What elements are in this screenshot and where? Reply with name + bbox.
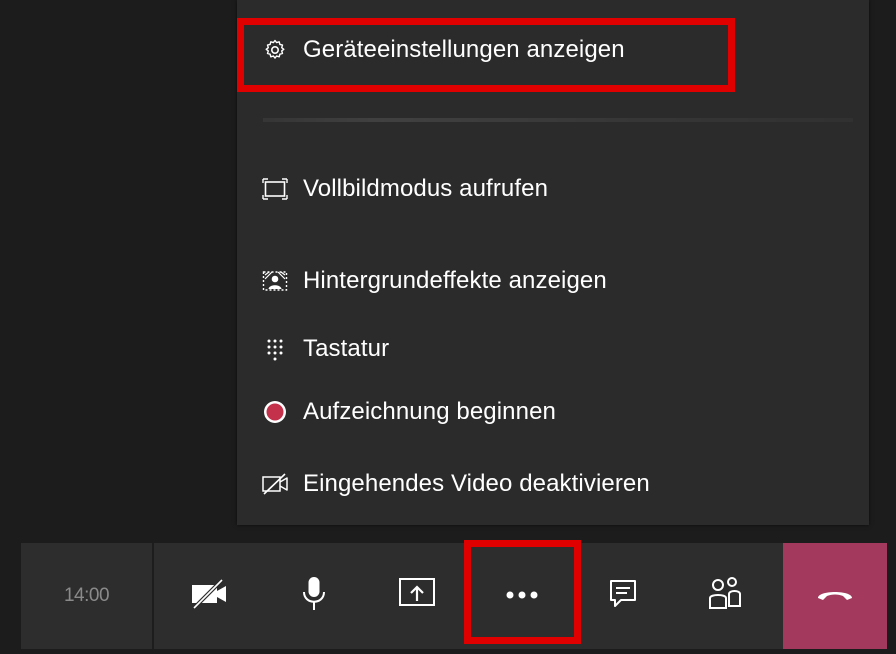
chat-button[interactable] <box>589 543 657 649</box>
record-icon <box>261 398 289 426</box>
highlight-device-settings <box>237 18 735 92</box>
fullscreen-icon <box>261 175 289 203</box>
menu-item-keypad[interactable]: Tastatur <box>261 327 389 371</box>
dialpad-icon <box>261 335 289 363</box>
highlight-more-actions <box>464 540 581 644</box>
menu-item-background-effects[interactable]: Hintergrundeffekte anzeigen <box>261 259 607 303</box>
menu-item-label: Aufzeichnung beginnen <box>303 398 556 425</box>
menu-item-disable-incoming-video[interactable]: Eingehendes Video deaktivieren <box>261 462 650 506</box>
hang-up-icon <box>816 586 854 607</box>
microphone-icon <box>300 575 328 618</box>
microphone-button[interactable] <box>279 543 349 649</box>
menu-item-label: Vollbildmodus aufrufen <box>303 175 549 202</box>
more-actions-menu: Geräteeinstellungen anzeigen Vollbildmod… <box>237 0 869 525</box>
hang-up-button[interactable] <box>783 543 887 649</box>
call-toolbar: 14:00 <box>21 540 887 649</box>
participants-button[interactable] <box>689 543 761 649</box>
video-off-icon <box>261 470 289 498</box>
menu-item-label: Hintergrundeffekte anzeigen <box>303 267 607 294</box>
share-screen-icon <box>398 577 436 616</box>
menu-item-fullscreen[interactable]: Vollbildmodus aufrufen <box>261 167 548 211</box>
menu-item-label: Tastatur <box>303 335 390 362</box>
chat-icon <box>608 578 638 615</box>
call-timer: 14:00 <box>21 543 152 649</box>
meeting-stage: Geräteeinstellungen anzeigen Vollbildmod… <box>0 0 896 654</box>
menu-item-start-recording[interactable]: Aufzeichnung beginnen <box>261 390 556 434</box>
toolbar-separator <box>152 543 154 649</box>
menu-item-label: Eingehendes Video deaktivieren <box>303 470 650 497</box>
participants-icon <box>706 576 744 617</box>
share-screen-button[interactable] <box>381 543 453 649</box>
background-effects-icon <box>261 267 289 295</box>
menu-divider <box>263 118 853 122</box>
camera-off-button[interactable] <box>173 543 245 649</box>
call-time: 14:00 <box>63 585 110 606</box>
camera-off-icon <box>190 578 228 614</box>
